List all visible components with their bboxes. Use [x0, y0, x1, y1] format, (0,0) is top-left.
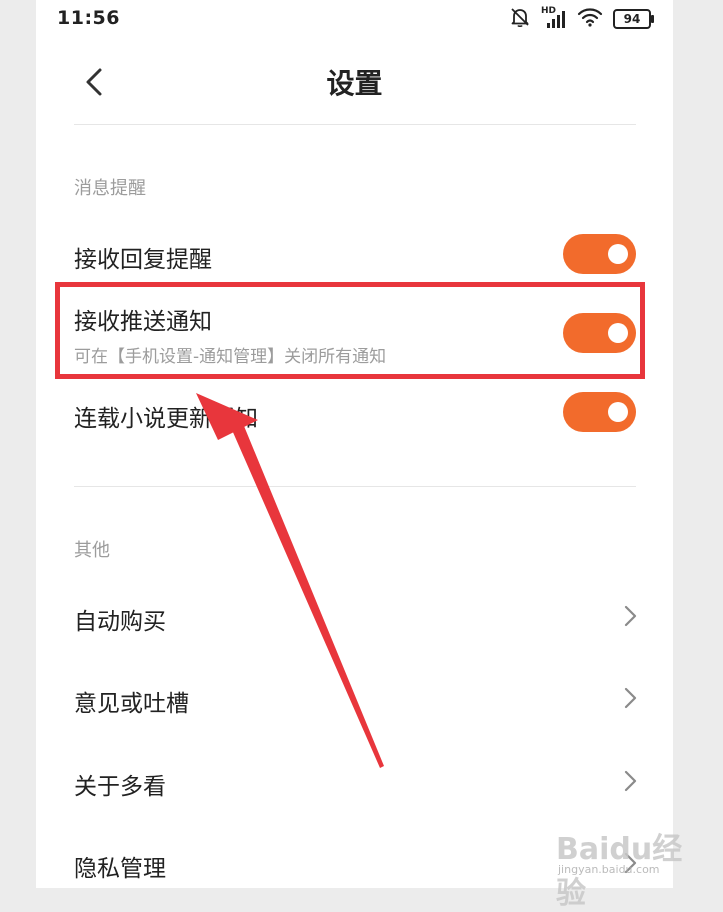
header-divider	[74, 124, 636, 125]
chevron-right-icon	[620, 604, 640, 628]
mute-bell-icon	[509, 6, 531, 32]
setting-label-serial-update: 连载小说更新通知	[74, 406, 258, 432]
toggle-serial-update[interactable]	[563, 392, 636, 432]
chevron-right-icon	[620, 851, 640, 875]
chevron-right-icon	[620, 769, 640, 793]
status-bar: 11:56 HD 94	[36, 0, 673, 40]
battery-icon: 94	[613, 9, 654, 29]
setting-label-push-notification: 接收推送通知	[74, 309, 212, 335]
status-icons: HD 94	[509, 6, 654, 32]
menu-label-privacy: 隐私管理	[74, 856, 166, 882]
navigation-bar: 设置	[36, 40, 673, 124]
menu-label-feedback: 意见或吐槽	[74, 691, 189, 717]
chevron-right-icon	[620, 686, 640, 710]
section-divider	[74, 486, 636, 487]
toggle-knob	[608, 244, 628, 264]
phone-screen: 11:56 HD 94 设置 消息提醒 接收回复提醒 接收推送通知 可在【手机设…	[36, 0, 673, 888]
toggle-knob	[608, 323, 628, 343]
section-title-other: 其他	[74, 540, 110, 561]
wifi-icon	[577, 6, 603, 32]
page-title: 设置	[326, 67, 383, 100]
status-time: 11:56	[57, 7, 120, 29]
menu-label-about: 关于多看	[74, 774, 166, 800]
menu-label-auto-purchase: 自动购买	[74, 609, 166, 635]
toggle-reply-reminder[interactable]	[563, 234, 636, 274]
signal-icon: HD	[541, 6, 567, 30]
setting-subtitle-push-notification: 可在【手机设置-通知管理】关闭所有通知	[74, 347, 387, 367]
section-title-notifications: 消息提醒	[74, 178, 146, 199]
toggle-push-notification[interactable]	[563, 313, 636, 353]
setting-label-reply-reminder: 接收回复提醒	[74, 247, 212, 273]
toggle-knob	[608, 402, 628, 422]
battery-level: 94	[623, 12, 641, 26]
